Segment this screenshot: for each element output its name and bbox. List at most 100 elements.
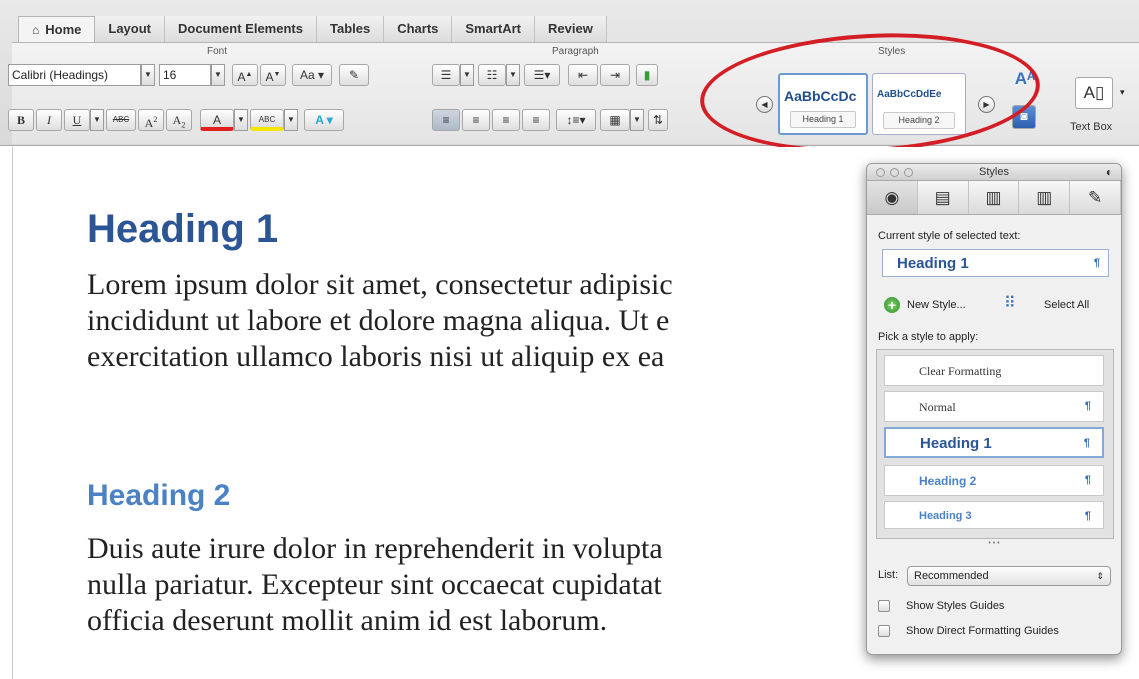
new-style-icon[interactable]: + — [884, 297, 900, 313]
font-name-dropdown[interactable]: ▼ — [141, 64, 155, 86]
style-item-heading-3[interactable]: Heading 3 ¶ — [884, 501, 1104, 529]
show-formatting-icon[interactable]: ▮ — [636, 64, 658, 86]
bullets-dropdown[interactable]: ▼ — [460, 64, 474, 86]
clear-formatting-icon[interactable]: ✎ — [339, 64, 369, 86]
shading-dropdown[interactable]: ▼ — [630, 109, 644, 131]
style-item-name: Clear Formatting — [919, 364, 1002, 378]
align-center-icon[interactable]: ≡ — [462, 109, 490, 131]
superscript-button[interactable]: A2 — [138, 109, 164, 131]
align-left-icon[interactable]: ≡ — [432, 109, 460, 131]
tab-charts[interactable]: Charts — [384, 16, 453, 42]
subscript-mark: 2 — [181, 120, 186, 130]
text-effects-button[interactable]: A ▾ — [304, 109, 344, 131]
list-label: List: — [878, 569, 899, 581]
pilcrow-icon: ¶ — [1084, 510, 1091, 522]
show-styles-guides-checkbox[interactable] — [878, 600, 890, 612]
text-box-glyph: A — [1083, 83, 1095, 102]
current-style-label: Current style of selected text: — [878, 230, 1021, 242]
tab-home[interactable]: ⌂ Home — [18, 16, 96, 42]
tab-layout[interactable]: Layout — [95, 16, 165, 42]
change-case-button[interactable]: Aa ▾ — [292, 64, 332, 86]
document-heading-1[interactable]: Heading 1 — [87, 207, 278, 252]
media-tab-icon[interactable]: ▥ — [1019, 181, 1071, 214]
font-color-dropdown[interactable]: ▼ — [234, 109, 248, 131]
increase-indent-icon[interactable]: ⇥ — [600, 64, 630, 86]
multilevel-list-icon[interactable]: ☰▾ — [524, 64, 560, 86]
shrink-font-button[interactable]: A▼ — [260, 64, 286, 86]
ribbon-tabs: ⌂ Home Layout Document Elements Tables Ch… — [18, 16, 607, 42]
paragraph-2-line-2[interactable]: nulla pariatur. Excepteur sint occaecat … — [87, 567, 662, 603]
paragraph-1-line-2[interactable]: incididunt ut labore et dolore magna ali… — [87, 303, 669, 339]
change-case-label: Aa — [299, 68, 315, 82]
style-item-heading-1[interactable]: Heading 1 ¶ — [884, 427, 1104, 458]
palette-titlebar[interactable]: Styles ◐ — [867, 164, 1121, 181]
numbering-dropdown[interactable]: ▼ — [506, 64, 520, 86]
font-size-select[interactable]: 16 — [159, 64, 211, 86]
decrease-indent-icon[interactable]: ⇤ — [568, 64, 598, 86]
close-window-button[interactable] — [876, 168, 885, 177]
more-styles-handle[interactable]: • • • — [867, 540, 1121, 547]
list-filter-select[interactable]: Recommended ⇕ — [907, 566, 1111, 586]
numbering-icon[interactable]: ☷ — [478, 64, 506, 86]
tab-smartart[interactable]: SmartArt — [452, 16, 536, 42]
style-list: Clear Formatting Normal ¶ Heading 1 ¶ He… — [876, 349, 1114, 539]
highlight-dropdown[interactable]: ▼ — [284, 109, 298, 131]
style-item-name: Normal — [919, 400, 956, 414]
palette-tabs: ◉ ▤ ▥ ▥ ✎ — [867, 181, 1121, 215]
style-item-name: Heading 1 — [920, 435, 992, 452]
document-heading-2[interactable]: Heading 2 — [87, 479, 230, 513]
tab-tables[interactable]: Tables — [316, 16, 385, 42]
pilcrow-icon: ¶ — [1083, 437, 1090, 449]
style-item-clear-formatting[interactable]: Clear Formatting — [884, 355, 1104, 386]
select-all-button[interactable]: Select All — [1044, 299, 1089, 311]
reference-tab-icon[interactable]: ▥ — [969, 181, 1020, 214]
show-styles-guides-label[interactable]: Show Styles Guides — [906, 600, 1004, 612]
tools-tab-icon[interactable]: ✎ — [1070, 181, 1121, 214]
underline-dropdown[interactable]: ▼ — [90, 109, 104, 131]
pick-style-label: Pick a style to apply: — [878, 331, 979, 343]
styles-tab-icon[interactable]: ◉ — [867, 181, 918, 214]
underline-button[interactable]: U — [64, 109, 90, 131]
style-item-name: Heading 2 — [919, 474, 977, 488]
style-item-heading-2[interactable]: Heading 2 ¶ — [884, 465, 1104, 496]
style-item-normal[interactable]: Normal ¶ — [884, 391, 1104, 422]
superscript-mark: 2 — [153, 115, 158, 124]
grow-font-button[interactable]: A▲ — [232, 64, 258, 86]
formatting-tab-icon[interactable]: ▤ — [918, 181, 969, 214]
italic-button[interactable]: I — [36, 109, 62, 131]
tab-document-elements[interactable]: Document Elements — [165, 16, 317, 42]
shrink-font-label: A — [265, 70, 274, 84]
tab-review[interactable]: Review — [535, 16, 607, 42]
zoom-window-button[interactable] — [904, 168, 913, 177]
line-spacing-icon[interactable]: ↕≡▾ — [556, 109, 596, 131]
current-style-field[interactable]: Heading 1 ¶ — [882, 249, 1109, 277]
highlight-button[interactable]: ABC — [250, 109, 284, 131]
text-box-icon[interactable]: A▯ — [1075, 77, 1113, 109]
sort-icon[interactable]: ⇅ — [648, 109, 668, 131]
paragraph-1-line-3[interactable]: exercitation ullamco laboris nisi ut ali… — [87, 339, 664, 375]
paragraph-group-label: Paragraph — [552, 46, 599, 57]
paragraph-2-line-3[interactable]: officia deserunt mollit anim id est labo… — [87, 603, 607, 639]
shading-icon[interactable]: ▦ — [600, 109, 630, 131]
strikethrough-button[interactable]: ABC — [106, 109, 136, 131]
home-icon: ⌂ — [32, 23, 40, 37]
palette-settings-icon[interactable]: ◐ — [1106, 164, 1113, 181]
pilcrow-icon: ¶ — [1084, 400, 1091, 412]
paragraph-1-line-1[interactable]: Lorem ipsum dolor sit amet, consectetur … — [87, 267, 673, 303]
minimize-window-button[interactable] — [890, 168, 899, 177]
font-name-select[interactable]: Calibri (Headings) — [8, 64, 141, 86]
show-direct-formatting-guides-label[interactable]: Show Direct Formatting Guides — [906, 625, 1059, 637]
align-right-icon[interactable]: ≡ — [492, 109, 520, 131]
bullets-icon[interactable]: ☰ — [432, 64, 460, 86]
bold-button[interactable]: B — [8, 109, 34, 131]
text-box-dropdown-icon[interactable]: ▾ — [1120, 87, 1125, 98]
show-direct-formatting-guides-checkbox[interactable] — [878, 625, 890, 637]
select-all-icon[interactable]: ⠿ — [1004, 293, 1016, 313]
font-color-button[interactable]: A — [200, 109, 234, 131]
font-size-dropdown[interactable]: ▼ — [211, 64, 225, 86]
paragraph-2-line-1[interactable]: Duis aute irure dolor in reprehenderit i… — [87, 531, 663, 567]
pilcrow-icon: ¶ — [1093, 257, 1100, 269]
justify-icon[interactable]: ≡ — [522, 109, 550, 131]
new-style-button[interactable]: New Style... — [907, 299, 966, 311]
subscript-button[interactable]: A2 — [166, 109, 192, 131]
